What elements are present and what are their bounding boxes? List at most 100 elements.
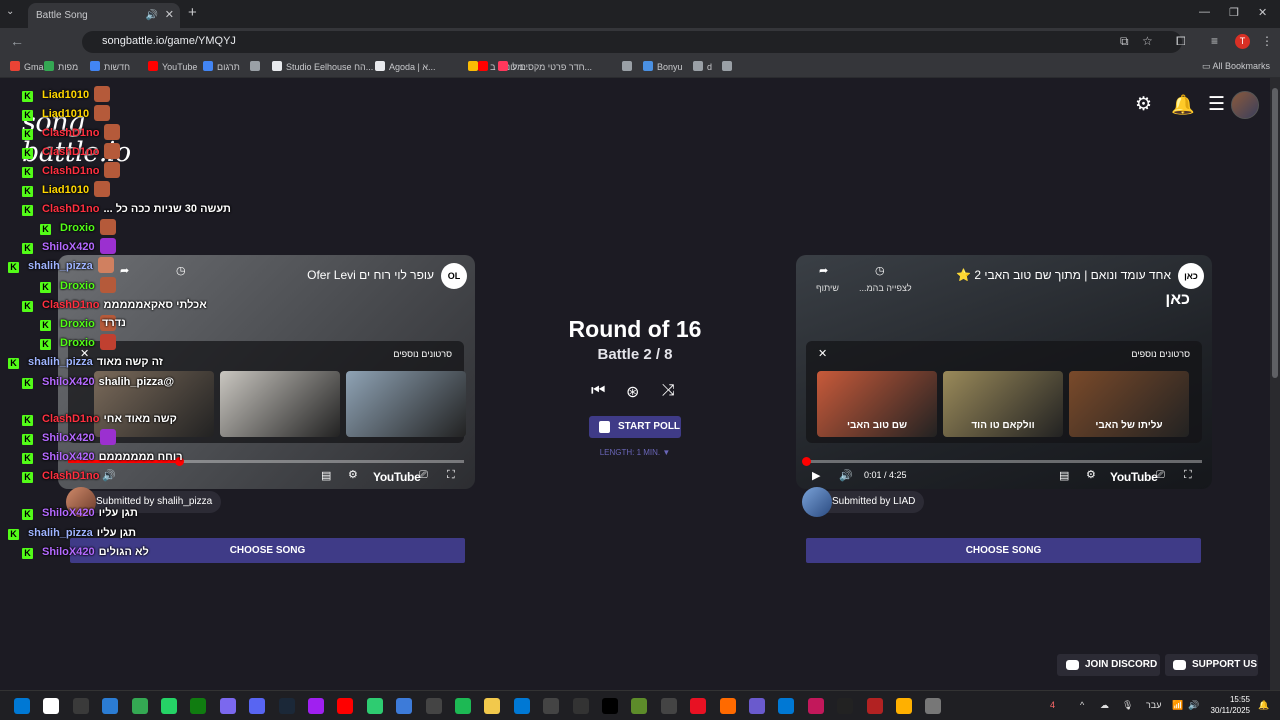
bookmark-star-icon[interactable]: ☆ (1142, 34, 1153, 48)
left-youtube-logo[interactable]: YouTube (373, 470, 421, 484)
media-controls-icon[interactable]: ≡ (1211, 34, 1218, 48)
taskbar-app-icon[interactable] (925, 698, 942, 714)
hamburger-menu-icon[interactable]: ☰ (1208, 93, 1225, 116)
chat-username[interactable]: Droxio (60, 222, 95, 234)
right-youtube-logo[interactable]: YouTube (1110, 470, 1158, 484)
chat-username[interactable]: Droxio (60, 280, 95, 292)
taskbar-app-icon[interactable] (513, 698, 530, 714)
notification-center-icon[interactable]: 🔔 (1258, 700, 1269, 711)
taskbar-app-icon[interactable] (366, 698, 383, 714)
taskbar-app-icon[interactable] (543, 698, 560, 714)
window-close-icon[interactable]: ✕ (1258, 6, 1267, 19)
right-share-icon[interactable]: ➦ (819, 264, 828, 277)
left-suggested-thumb-3[interactable] (346, 371, 466, 437)
join-discord-button[interactable]: JOIN DISCORD (1057, 654, 1160, 676)
right-watch-later-label[interactable]: לצפייה בהמ... (859, 283, 912, 293)
chat-username[interactable]: ShiloX420 (42, 507, 95, 519)
language-indicator[interactable]: עבר (1146, 700, 1161, 710)
settings-gear-icon[interactable]: ⚙ (1135, 93, 1152, 116)
chat-username[interactable]: ClashD1no (42, 146, 99, 158)
maximize-icon[interactable]: ❐ (1229, 6, 1239, 19)
right-settings-icon[interactable]: ⚙ (1086, 468, 1096, 481)
taskbar-app-icon[interactable] (896, 698, 912, 714)
taskbar-app-icon[interactable] (602, 698, 618, 714)
previous-battle-icon[interactable]: ⏮ (591, 382, 605, 400)
right-video-title[interactable]: אחד עומד ונואם | מתוך שם טוב האבי 2 ⭐ (956, 268, 1171, 282)
chat-username[interactable]: ClashD1no (42, 203, 99, 215)
right-volume-icon[interactable]: 🔊 (839, 469, 853, 482)
chat-username[interactable]: ClashD1no (42, 299, 99, 311)
bookmark-item[interactable] (622, 61, 636, 72)
chat-username[interactable]: ShiloX420 (42, 241, 95, 253)
chat-username[interactable]: ClashD1no (42, 413, 99, 425)
taskbar-app-icon[interactable] (837, 698, 854, 714)
taskbar-app-icon[interactable] (190, 698, 207, 714)
install-app-icon[interactable]: ⧉ (1120, 34, 1129, 49)
bookmark-item[interactable]: Studio Eelhouse הח... (272, 61, 373, 72)
chat-username[interactable]: ShiloX420 (42, 432, 95, 444)
page-scrollbar[interactable] (1270, 78, 1280, 690)
chat-username[interactable]: Liad1010 (42, 89, 89, 101)
taskbar-app-icon[interactable] (778, 698, 795, 714)
right-suggested-thumb-2[interactable]: וולקאם טו הוד (943, 371, 1063, 437)
chat-username[interactable]: ShiloX420 (42, 546, 95, 558)
chat-username[interactable]: ShiloX420 (42, 376, 95, 388)
profile-avatar[interactable]: T (1235, 34, 1250, 49)
taskbar-app-icon[interactable] (102, 698, 119, 714)
chat-username[interactable]: Liad1010 (42, 184, 89, 196)
taskbar-app-icon[interactable] (72, 698, 89, 714)
choose-song-right-button[interactable]: CHOOSE SONG (806, 538, 1201, 563)
right-progress-bar[interactable] (802, 457, 1202, 466)
right-share-label[interactable]: שיתוף (816, 283, 839, 293)
chat-username[interactable]: Liad1010 (42, 108, 89, 120)
right-channel-badge[interactable]: כאן (1178, 263, 1204, 289)
volume-tray-icon[interactable]: 🔊 (1188, 700, 1199, 711)
poll-length-select[interactable]: LENGTH: 1 MIN. ▼ (560, 448, 710, 457)
right-cast-icon[interactable]: ⎚ (1156, 469, 1165, 482)
minimize-icon[interactable]: — (1199, 6, 1210, 18)
chat-username[interactable]: ClashD1no (42, 470, 99, 482)
taskbar-app-icon[interactable] (455, 698, 471, 714)
taskbar-app-icon[interactable] (337, 698, 354, 714)
chat-username[interactable]: ClashD1no (42, 127, 99, 139)
taskbar-app-icon[interactable] (484, 698, 501, 714)
wifi-icon[interactable]: 📶 (1172, 700, 1183, 711)
start-poll-button[interactable]: START POLL (589, 416, 681, 438)
start-windows-icon[interactable] (14, 698, 30, 714)
taskbar-app-icon[interactable] (572, 698, 589, 714)
taskbar-app-icon[interactable] (719, 698, 736, 714)
taskbar-app-icon[interactable] (425, 698, 442, 714)
taskbar-app-icon[interactable] (308, 698, 324, 714)
chat-username[interactable]: shalih_pizza (28, 260, 93, 272)
taskbar-app-icon[interactable] (161, 698, 177, 714)
chat-username[interactable]: ShiloX420 (42, 451, 95, 463)
microphone-icon[interactable]: 🎙 (1122, 700, 1133, 711)
taskbar-app-icon[interactable] (396, 698, 413, 714)
left-channel-badge[interactable]: OL (441, 263, 467, 289)
weather-badge[interactable]: 4 (1050, 700, 1055, 710)
all-bookmarks[interactable]: ▭ All Bookmarks (1202, 61, 1270, 72)
taskbar-app-icon[interactable] (219, 698, 236, 714)
bookmark-item[interactable]: d (693, 61, 712, 72)
bookmark-item[interactable]: Bonyu (643, 61, 683, 72)
chat-username[interactable]: Droxio (60, 318, 95, 330)
chat-username[interactable]: shalih_pizza (28, 527, 93, 539)
chat-username[interactable]: shalih_pizza (28, 356, 93, 368)
right-captions-icon[interactable]: ▤ (1059, 469, 1069, 482)
bookmark-item[interactable]: Agoda | א... (375, 61, 436, 72)
right-more-close-icon[interactable]: ✕ (818, 347, 827, 360)
right-suggested-thumb-3[interactable]: עליתו של האבי (1069, 371, 1189, 437)
support-us-button[interactable]: SUPPORT US (1165, 654, 1258, 676)
left-cast-icon[interactable]: ⎚ (419, 469, 428, 482)
notifications-bell-icon[interactable]: 🔔 (1171, 93, 1195, 117)
bookmark-item[interactable] (478, 61, 492, 72)
left-video-title[interactable]: עופר לוי רוח ים Ofer Levi (307, 268, 434, 282)
taskbar-app-icon[interactable] (660, 698, 677, 714)
taskbar-app-icon[interactable] (807, 698, 824, 714)
shuffle-icon[interactable]: ⤨ (662, 382, 675, 400)
taskbar-app-icon[interactable] (43, 698, 60, 714)
right-fullscreen-icon[interactable]: ⛶ (1184, 469, 1192, 482)
tray-chevron-icon[interactable]: ^ (1080, 700, 1084, 710)
right-suggested-thumb-1[interactable]: שם טוב האבי (817, 371, 937, 437)
extensions-icon[interactable]: ⧠ (1176, 34, 1186, 49)
